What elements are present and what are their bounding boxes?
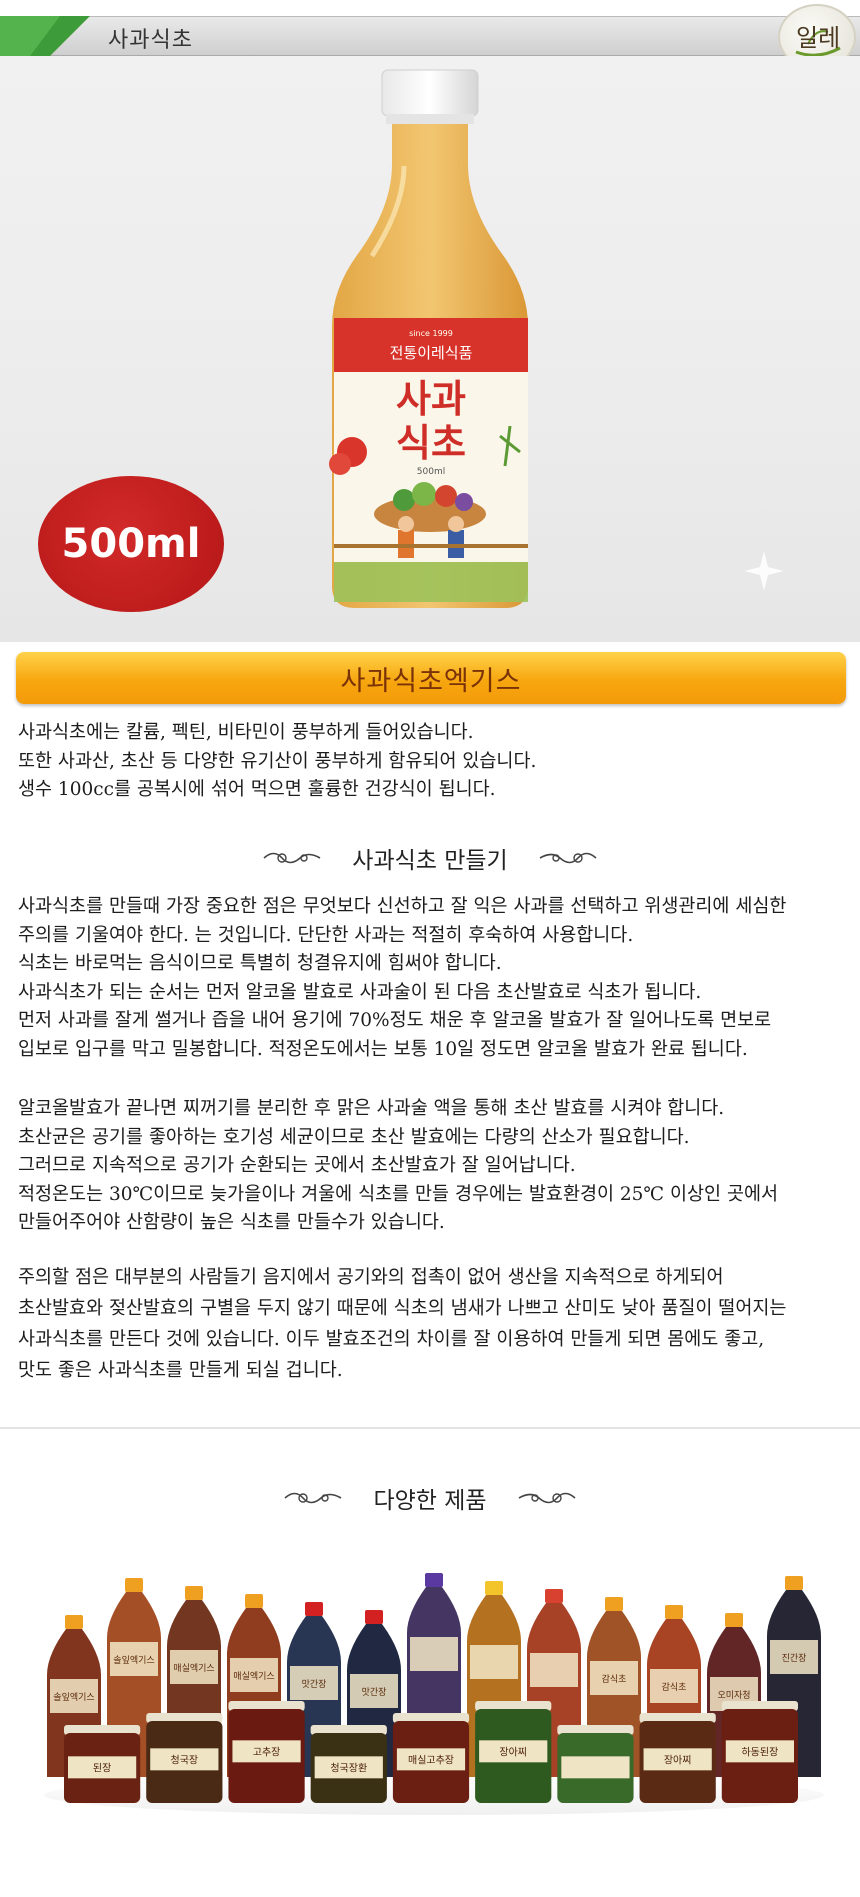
section-heading-extract: 사과식초엑기스 — [16, 652, 846, 704]
making-line: 주의할 점은 대부분의 사람들기 음지에서 공기와의 접촉이 없어 생산을 지속… — [18, 1267, 724, 1288]
label-product-line1: 사과 — [396, 377, 466, 421]
sparkle-icon — [744, 551, 784, 591]
making-line: 그러므로 지속적으로 공기가 순환되는 곳에서 초산발효가 잘 일어납니다. — [18, 1155, 576, 1176]
making-line: 적정온도는 30℃이므로 늦가을이나 겨울에 식초를 만들 경우에는 발효환경이… — [18, 1183, 779, 1205]
product-jar-label: 장아찌 — [499, 1746, 527, 1758]
product-jar-label: 매실고추장 — [408, 1754, 454, 1766]
making-line: 주의를 기울여야 한다. 는 것입니다. 단단한 사과는 적절히 후숙하여 사용… — [18, 924, 634, 946]
making-block-2: 알코올발효가 끝나면 찌꺼기를 분리한 후 맑은 사과술 액을 통해 초산 발효… — [18, 1095, 854, 1238]
making-line: 사과식초를 만든다 것에 있습니다. 이두 발효조건의 차이를 잘 이용하여 만… — [18, 1329, 765, 1350]
making-block-3: 주의할 점은 대부분의 사람들기 음지에서 공기와의 접촉이 없어 생산을 지속… — [18, 1262, 854, 1386]
product-jar: 매실고추장 — [392, 1713, 470, 1803]
product-bottle-label: 진간장 — [782, 1653, 807, 1664]
page-title: 사과식초 — [108, 28, 193, 53]
product-bottle-label: 오미자청 — [717, 1690, 750, 1701]
product-jar: 하동된장 — [721, 1701, 798, 1803]
product-jar: 장아찌 — [639, 1713, 716, 1803]
label-product-line2: 식초 — [396, 421, 466, 465]
making-line: 초산발효와 젖산발효의 구별을 두지 않기 때문에 식초의 냄새가 나쁘고 산미… — [18, 1298, 787, 1319]
product-bottle-label: 맛간장 — [362, 1687, 387, 1698]
making-line: 만들어주어야 산함량이 높은 식초를 만들수가 있습니다. — [18, 1212, 445, 1233]
extract-line: 생수 100cc를 공복시에 섞어 먹으면 훌륭한 건강식이 됩니다. — [18, 779, 496, 800]
extract-line: 사과식초에는 칼륨, 펙틴, 비타민이 풍부하게 들어있습니다. — [18, 722, 474, 743]
extract-line: 또한 사과산, 초산 등 다양한 유기산이 풍부하게 함유되어 있습니다. — [18, 750, 537, 772]
ornament-right-icon — [539, 852, 597, 864]
ornament-left-icon — [284, 1492, 342, 1504]
product-jar-label: 하동된장 — [741, 1745, 778, 1758]
making-line: 사과식초를 만들때 가장 중요한 점은 무엇보다 신선하고 잘 익은 사과를 선… — [18, 896, 787, 917]
label-brand: 전통이레식품 — [390, 344, 473, 362]
extract-description: 사과식초에는 칼륨, 펙틴, 비타민이 풍부하게 들어있습니다. 또한 사과산,… — [18, 719, 854, 805]
product-jar: 장아찌 — [475, 1701, 552, 1803]
label-since: since 1999 — [409, 329, 453, 338]
ornament-right-icon — [518, 1492, 576, 1504]
label-volume: 500ml — [417, 467, 445, 477]
product-jar — [557, 1725, 634, 1803]
hero-product-image: since 1999 전통이레식품 사과 식초 500ml 500ml — [0, 56, 860, 642]
making-line: 식초는 바로먹는 음식이므로 특별히 청결유지에 힘써야 합니다. — [18, 953, 502, 974]
making-line: 입보로 입구를 막고 밀봉합니다. 적정온도에서는 보통 10일 정도면 알코올… — [18, 1038, 748, 1060]
product-bottle-label: 감식초 — [602, 1673, 627, 1685]
product-bottle-label: 솔잎엑기스 — [53, 1691, 94, 1703]
making-line: 먼저 사과를 잘게 썰거나 즙을 내어 용기에 70%정도 채운 후 알코올 발… — [18, 1010, 772, 1031]
logo-text: 일레 — [796, 24, 840, 52]
volume-badge-text: 500ml — [61, 521, 201, 567]
product-jar-label: 장아찌 — [664, 1754, 692, 1766]
making-block-1: 사과식초를 만들때 가장 중요한 점은 무엇보다 신선하고 잘 익은 사과를 선… — [18, 893, 854, 1064]
making-line: 초산균은 공기를 좋아하는 호기성 세균이므로 초산 발효에는 다량의 산소가 … — [18, 1126, 690, 1148]
product-bottle-label: 매실엑기스 — [233, 1670, 274, 1682]
product-jar: 청국장 — [146, 1713, 223, 1803]
ornament-left-icon — [263, 852, 321, 864]
section-heading-making-text: 사과식초 만들기 — [352, 848, 508, 874]
making-line: 맛도 좋은 사과식초를 만들게 되실 겁니다. — [18, 1360, 343, 1381]
product-lineup-image: 솔잎엑기스 솔잎엑기스 매실엑기스 매실엑기스 맛간장 맛간장 감식초 감식초 오미자청 진간장 된… — [44, 1565, 824, 1815]
product-jar-label: 된장 — [93, 1762, 111, 1774]
section-heading-products: 다양한 제품 — [0, 1470, 860, 1526]
making-line: 알코올발효가 끝나면 찌꺼기를 분리한 후 맑은 사과술 액을 통해 초산 발효… — [18, 1098, 725, 1119]
product-jar: 된장 — [64, 1725, 141, 1803]
product-jar: 청국장환 — [310, 1725, 387, 1803]
making-line: 사과식초가 되는 순서는 먼저 알코올 발효로 사과술이 된 다음 초산발효로 … — [18, 981, 702, 1003]
volume-badge: 500ml — [38, 476, 224, 612]
product-jar-label: 청국장 — [171, 1754, 199, 1766]
section-heading-extract-text: 사과식초엑기스 — [340, 665, 522, 697]
product-bottle-label: 맛간장 — [302, 1679, 327, 1690]
section-heading-making: 사과식초 만들기 — [0, 830, 860, 886]
section-heading-products-text: 다양한 제품 — [373, 1488, 487, 1514]
product-bottle-label: 감식초 — [662, 1681, 687, 1693]
green-corner-accent — [0, 16, 90, 56]
product-bottle-label: 솔잎엑기스 — [113, 1654, 154, 1666]
product-bottle-label: 매실엑기스 — [173, 1662, 214, 1674]
product-jar-label: 고추장 — [253, 1746, 281, 1758]
product-jar: 고추장 — [228, 1701, 305, 1803]
section-divider — [0, 1427, 860, 1429]
product-jar-label: 청국장환 — [330, 1762, 367, 1774]
